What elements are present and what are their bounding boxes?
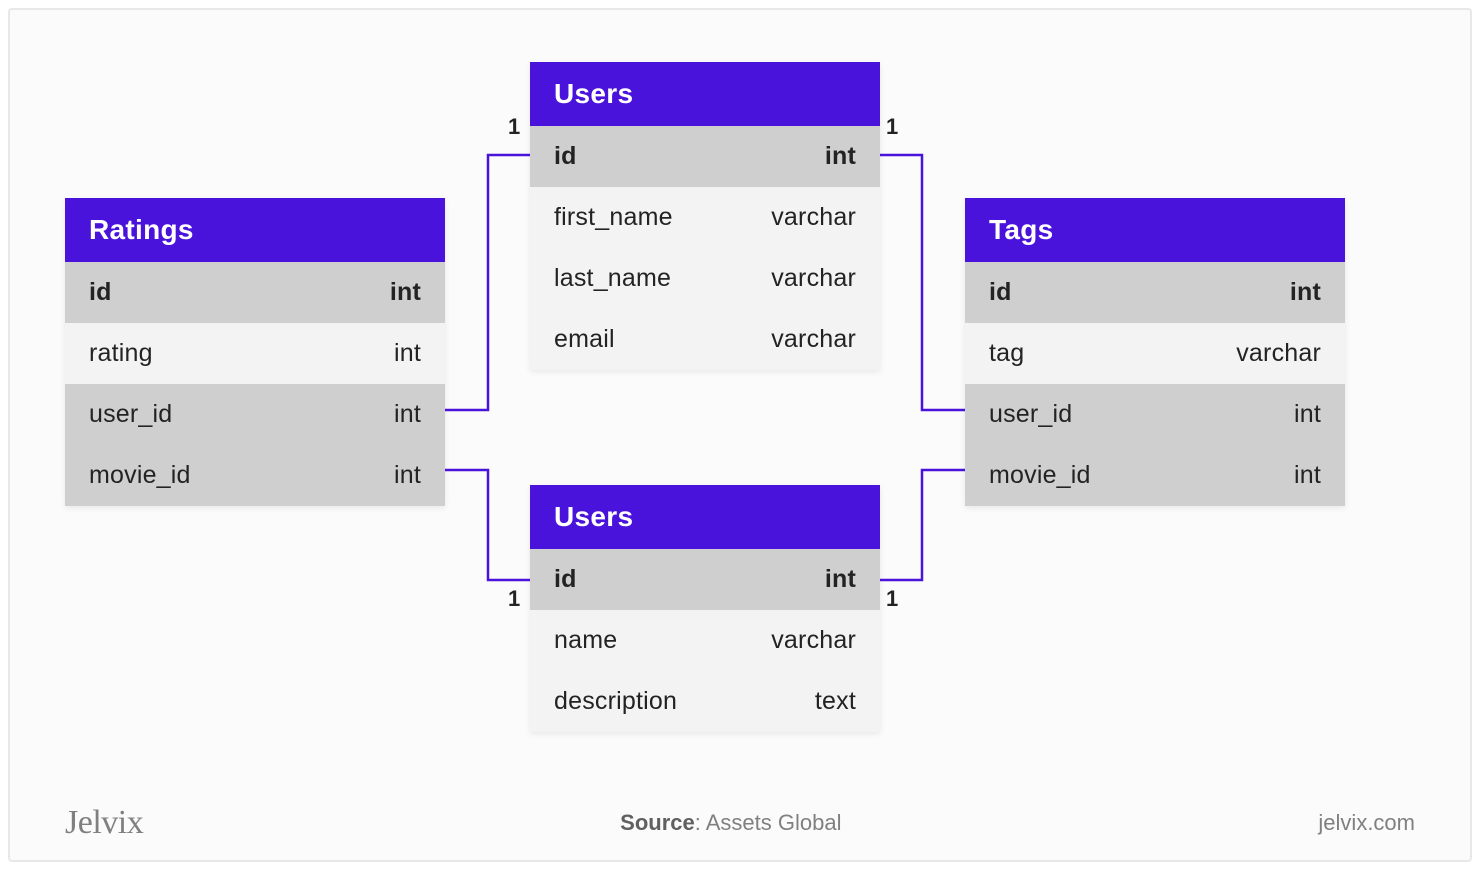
column-name: description	[554, 687, 815, 716]
diagram-canvas: Ratings id int rating int user_id int mo…	[8, 8, 1472, 862]
column-type: int	[1294, 400, 1321, 429]
table-tags-header: Tags	[965, 198, 1345, 262]
table-ratings-header: Ratings	[65, 198, 445, 262]
column-name: tag	[989, 339, 1236, 368]
cardinality-label: 1	[886, 586, 898, 612]
column-name: id	[554, 142, 825, 171]
column-name: name	[554, 626, 771, 655]
table-users-top-header: Users	[530, 62, 880, 126]
table-row: first_name varchar	[530, 187, 880, 248]
table-row: movie_id int	[965, 445, 1345, 506]
column-type: varchar	[771, 203, 856, 232]
column-type: text	[815, 687, 856, 716]
column-type: varchar	[771, 325, 856, 354]
cardinality-label: 1	[508, 114, 520, 140]
brand-logo: Jelvix	[65, 804, 143, 842]
column-type: int	[394, 339, 421, 368]
column-type: int	[394, 461, 421, 490]
column-name: user_id	[89, 400, 394, 429]
table-row: tag varchar	[965, 323, 1345, 384]
table-row: email varchar	[530, 309, 880, 370]
table-row: id int	[530, 549, 880, 610]
table-row: id int	[965, 262, 1345, 323]
column-name: id	[989, 278, 1290, 307]
column-type: int	[1290, 278, 1321, 307]
column-type: varchar	[771, 264, 856, 293]
footer: Jelvix Source: Assets Global jelvix.com	[10, 804, 1470, 842]
table-row: rating int	[65, 323, 445, 384]
table-row: id int	[530, 126, 880, 187]
column-name: id	[89, 278, 390, 307]
table-row: id int	[65, 262, 445, 323]
table-row: movie_id int	[65, 445, 445, 506]
table-users-bottom-header: Users	[530, 485, 880, 549]
column-name: user_id	[989, 400, 1294, 429]
source-value: Assets Global	[706, 810, 842, 835]
table-row: last_name varchar	[530, 248, 880, 309]
column-type: int	[825, 565, 856, 594]
source-label: Source	[620, 810, 695, 835]
column-name: email	[554, 325, 771, 354]
column-name: movie_id	[89, 461, 394, 490]
column-type: varchar	[1236, 339, 1321, 368]
table-row: description text	[530, 671, 880, 732]
cardinality-label: 1	[886, 114, 898, 140]
table-row: name varchar	[530, 610, 880, 671]
table-row: user_id int	[65, 384, 445, 445]
column-type: int	[394, 400, 421, 429]
table-users-top: Users id int first_name varchar last_nam…	[530, 62, 880, 370]
table-tags: Tags id int tag varchar user_id int movi…	[965, 198, 1345, 506]
site-url: jelvix.com	[1318, 810, 1415, 836]
column-name: id	[554, 565, 825, 594]
column-name: movie_id	[989, 461, 1294, 490]
column-type: varchar	[771, 626, 856, 655]
table-users-bottom: Users id int name varchar description te…	[530, 485, 880, 732]
column-name: first_name	[554, 203, 771, 232]
column-type: int	[825, 142, 856, 171]
table-row: user_id int	[965, 384, 1345, 445]
cardinality-label: 1	[508, 586, 520, 612]
column-type: int	[1294, 461, 1321, 490]
table-ratings: Ratings id int rating int user_id int mo…	[65, 198, 445, 506]
column-name: last_name	[554, 264, 771, 293]
column-type: int	[390, 278, 421, 307]
source-attribution: Source: Assets Global	[143, 810, 1318, 836]
column-name: rating	[89, 339, 394, 368]
